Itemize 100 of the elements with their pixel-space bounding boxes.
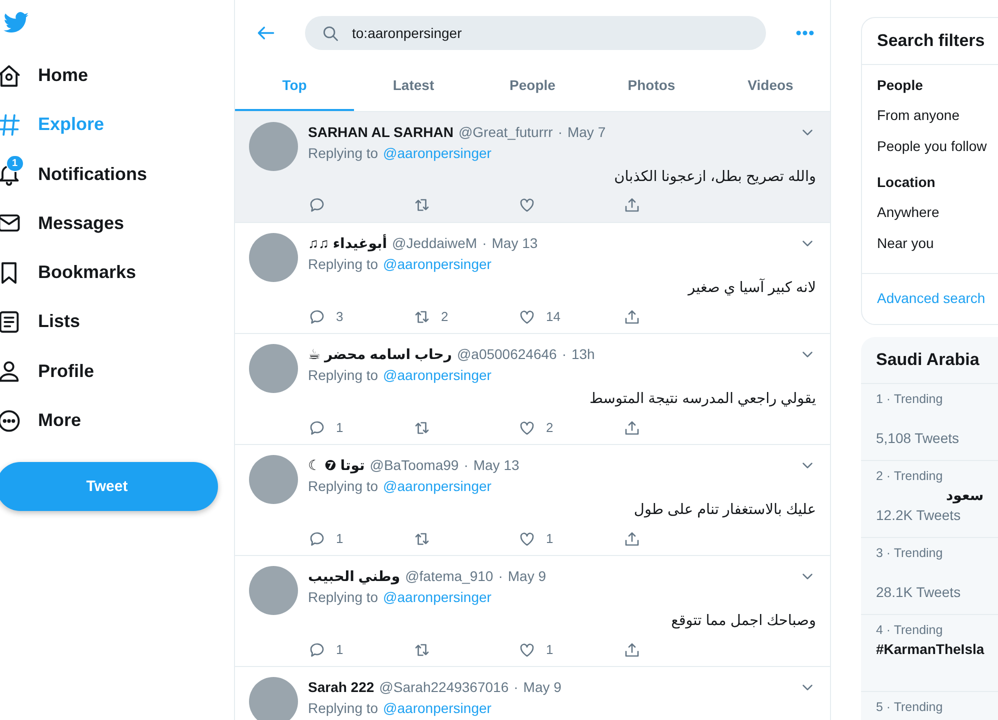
user-name[interactable]: Sarah 222 xyxy=(308,677,374,698)
search-icon xyxy=(321,24,340,42)
avatar-placeholder[interactable] xyxy=(249,566,298,615)
nav-link[interactable]: Lists xyxy=(0,300,234,344)
tweet-count: 5,108 Tweets xyxy=(876,429,960,448)
trend-meta: 2 · Trending xyxy=(876,468,944,485)
tab[interactable]: Photos xyxy=(592,66,711,111)
trend-meta: 4 · Trending xyxy=(876,622,944,639)
retweet-icon[interactable] xyxy=(413,196,431,214)
like-count: 14 xyxy=(546,308,560,326)
like-count: 1 xyxy=(546,530,554,548)
user-handle: @JeddaiweM xyxy=(392,234,478,253)
speech-bubble-icon[interactable] xyxy=(308,530,326,548)
nav-link[interactable]: Profile xyxy=(0,350,234,393)
notification-count-badge: 1 xyxy=(6,154,24,172)
filter-option[interactable]: Anywhere xyxy=(862,196,998,228)
trend-meta: 3 · Trending xyxy=(876,544,944,562)
nav-link[interactable]: More xyxy=(0,399,234,442)
separator-dot: · xyxy=(514,678,518,697)
tweet-date: May 9 xyxy=(508,567,546,586)
reply-count: 1 xyxy=(336,641,344,659)
nav-link[interactable]: Bookmarks xyxy=(0,251,234,294)
speech-bubble-icon[interactable] xyxy=(308,308,326,326)
separator-dot: · xyxy=(464,456,468,475)
reply-count: 1 xyxy=(336,530,344,548)
tweet-row[interactable]: Sarah 222 @Sarah2249367016 · May 9 Replying to @aaronpersinger xyxy=(235,667,830,720)
share-icon[interactable] xyxy=(623,530,641,548)
reply-count: 3 xyxy=(336,308,344,326)
filter-heading: People xyxy=(876,76,924,95)
avatar-placeholder[interactable] xyxy=(249,344,298,393)
share-icon[interactable] xyxy=(623,196,641,214)
nav-link[interactable]: Messages xyxy=(0,202,234,245)
speech-bubble-icon[interactable] xyxy=(308,196,326,214)
user-name[interactable]: SARHAN AL SARHAN xyxy=(308,122,454,143)
home-icon xyxy=(0,62,22,88)
separator-dot: · xyxy=(562,345,566,364)
tweet-date: May 7 xyxy=(567,123,606,142)
tweet-text: لانه كبير آسيا ي صغير xyxy=(686,278,816,298)
tweet-count: 28.1K Tweets xyxy=(876,583,962,602)
speech-bubble-icon[interactable] xyxy=(308,640,326,659)
retweet-count: 2 xyxy=(441,308,448,326)
replying-label: Replying to xyxy=(308,588,378,607)
trend-topic[interactable]: سعود xyxy=(946,485,998,506)
tweet-count: 12.2K Tweets xyxy=(876,506,962,526)
user-handle: @a0500624646 xyxy=(456,345,557,364)
user-name[interactable]: ☕ رحاب اسامه محضر xyxy=(308,344,452,365)
like-count: 2 xyxy=(546,419,554,437)
tweet-date: May 9 xyxy=(523,678,562,697)
nav-link[interactable]: Home xyxy=(0,54,234,97)
more-icon xyxy=(0,408,22,434)
replying-label: Replying to xyxy=(308,699,378,718)
user-handle: @fatema_910 xyxy=(405,567,494,586)
tweet-date: May 13 xyxy=(492,234,538,253)
filter-option[interactable]: From anyone xyxy=(862,100,998,130)
hashtag-icon xyxy=(0,112,22,138)
heart-icon[interactable] xyxy=(518,418,536,437)
trend-topic[interactable]: #KarmanTheIsla xyxy=(876,639,998,660)
heart-icon[interactable] xyxy=(518,308,536,326)
avatar-placeholder[interactable] xyxy=(249,677,298,720)
user-handle: @Great_futurrr xyxy=(458,123,553,142)
nav-link[interactable]: 1 Notifications xyxy=(0,152,234,196)
user-name[interactable]: وطني الحبيب xyxy=(308,566,400,587)
heart-icon[interactable] xyxy=(518,196,536,214)
avatar-placeholder[interactable] xyxy=(249,233,298,282)
tab[interactable]: Latest xyxy=(354,66,473,111)
trend-meta: 5 · Trending xyxy=(876,698,944,716)
search-field[interactable]: to:aaronpersinger xyxy=(305,16,766,50)
filter-heading: Location xyxy=(876,172,936,192)
tweet-text: وصباحك اجمل مما تتوقع xyxy=(670,612,816,631)
replying-label: Replying to xyxy=(308,255,378,274)
replying-label: Replying to xyxy=(308,144,378,163)
user-name[interactable]: ♫♫ أبوغيداء xyxy=(308,233,388,254)
share-icon[interactable] xyxy=(623,418,641,437)
share-icon[interactable] xyxy=(623,640,641,659)
like-count: 1 xyxy=(546,641,554,659)
trend-meta: 1 · Trending xyxy=(876,390,944,408)
reply-count: 1 xyxy=(336,419,344,437)
heart-icon[interactable] xyxy=(518,530,536,548)
separator-dot: · xyxy=(558,123,562,142)
user-name[interactable]: ☾ ❼ توتا xyxy=(308,455,365,476)
share-icon[interactable] xyxy=(623,308,641,326)
replying-label: Replying to xyxy=(308,366,378,385)
filter-option[interactable]: People you follow xyxy=(862,130,998,162)
user-handle: @Sarah2249367016 xyxy=(379,678,509,697)
tab[interactable]: People xyxy=(473,66,592,111)
tab[interactable]: Videos xyxy=(711,66,830,111)
tweet-text: يقولي راجعي المدرسه نتيجة المتوسط xyxy=(588,390,816,409)
user-handle: @BaTooma99 xyxy=(370,456,459,475)
speech-bubble-icon[interactable] xyxy=(308,418,326,437)
separator-dot: · xyxy=(498,567,503,586)
replying-label: Replying to xyxy=(308,477,378,496)
search-text: to:aaronpersinger xyxy=(352,24,462,43)
tweet-text: عليك بالاستغفار تنام على طول xyxy=(632,501,816,520)
card-title: Search filters xyxy=(862,18,998,64)
card-title: Saudi Arabia xyxy=(875,349,980,371)
filter-option[interactable]: Near you xyxy=(862,228,998,258)
tweet-text: والله تصريح بطل، ازعجونا الكذبان xyxy=(613,168,816,187)
heart-icon[interactable] xyxy=(518,640,536,659)
separator-dot: · xyxy=(482,234,487,253)
avatar-placeholder[interactable] xyxy=(249,455,298,504)
